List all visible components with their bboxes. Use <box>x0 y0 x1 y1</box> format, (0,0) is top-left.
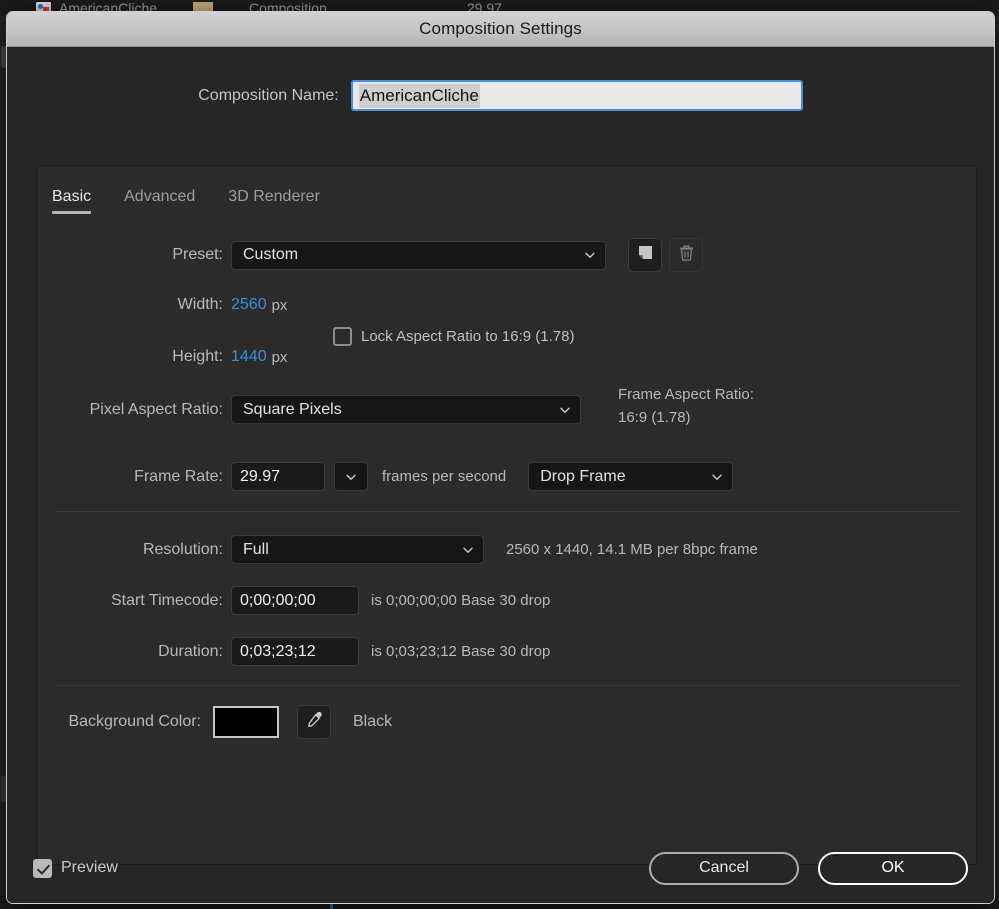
lock-aspect-ratio-row[interactable]: Lock Aspect Ratio to 16:9 (1.78) <box>333 327 574 346</box>
pixel-aspect-ratio-label: Pixel Aspect Ratio: <box>89 400 223 418</box>
frame-rate-unit-label: frames per second <box>382 468 507 485</box>
divider-upper <box>56 511 961 512</box>
dialog-title: Composition Settings <box>419 19 582 38</box>
lock-aspect-ratio-label: Lock Aspect Ratio to 16:9 (1.78) <box>361 328 575 345</box>
preview-toggle[interactable]: Preview <box>33 858 118 878</box>
tab-3d-renderer[interactable]: 3D Renderer <box>228 188 320 218</box>
start-timecode-input[interactable]: 0;00;00;00 <box>231 586 359 615</box>
preset-row: Preset: Custom <box>38 238 978 272</box>
eyedropper-button[interactable] <box>297 705 331 739</box>
save-preset-button[interactable] <box>628 238 662 272</box>
width-label: Width: <box>177 296 223 313</box>
composition-settings-dialog: Composition Settings Composition Name: A… <box>6 11 995 904</box>
duration-label: Duration: <box>158 642 223 660</box>
save-preset-icon <box>637 244 654 266</box>
settings-panel: Basic Advanced 3D Renderer Preset: Custo… <box>37 165 977 865</box>
height-value[interactable]: 1440 <box>231 348 267 366</box>
composition-name-label: Composition Name: <box>198 86 339 104</box>
cancel-button-label: Cancel <box>699 859 749 876</box>
frame-rate-dropdown[interactable] <box>334 462 368 491</box>
height-row: Height: 1440 px <box>38 348 287 366</box>
frame-aspect-ratio-label: Frame Aspect Ratio: <box>618 386 754 403</box>
preset-label: Preset: <box>172 246 223 263</box>
trash-icon <box>678 244 695 267</box>
background-color-swatch[interactable] <box>213 706 279 738</box>
preset-value: Custom <box>243 246 299 263</box>
pixel-aspect-ratio-row: Pixel Aspect Ratio: Square Pixels <box>38 395 581 424</box>
ok-button-label: OK <box>881 859 905 876</box>
duration-input[interactable]: 0;03;23;12 <box>231 637 359 666</box>
start-timecode-info: is 0;00;00;00 Base 30 drop <box>371 592 551 609</box>
settings-tabs: Basic Advanced 3D Renderer <box>38 166 976 218</box>
duration-row: Duration: 0;03;23;12 is 0;03;23;12 Base … <box>38 637 550 666</box>
width-value[interactable]: 2560 <box>231 296 267 314</box>
preset-select[interactable]: Custom <box>231 240 606 270</box>
chevron-down-icon <box>462 544 474 556</box>
tab-basic-label: Basic <box>52 188 92 205</box>
pixel-aspect-ratio-value: Square Pixels <box>243 400 342 418</box>
tab-advanced-label: Advanced <box>124 188 196 205</box>
frame-aspect-ratio-value: 16:9 (1.78) <box>618 409 691 426</box>
duration-info: is 0;03;23;12 Base 30 drop <box>371 643 551 660</box>
tab-basic[interactable]: Basic <box>52 188 92 218</box>
chevron-down-icon <box>584 249 596 261</box>
frame-rate-value: 29.97 <box>240 467 281 485</box>
start-timecode-label: Start Timecode: <box>110 591 223 609</box>
dialog-body: Composition Name: AmericanCliche Basic A… <box>7 47 994 903</box>
frame-rate-input[interactable]: 29.97 <box>231 462 325 491</box>
height-label: Height: <box>172 348 223 365</box>
preview-checkbox[interactable] <box>33 858 52 878</box>
preview-label: Preview <box>61 859 118 876</box>
chevron-down-icon <box>559 404 571 416</box>
drop-frame-value: Drop Frame <box>540 467 626 485</box>
dialog-footer: Preview Cancel OK <box>7 833 994 903</box>
frame-aspect-ratio-block: Frame Aspect Ratio: 16:9 (1.78) <box>618 386 754 426</box>
divider-lower <box>56 685 961 686</box>
drop-frame-select[interactable]: Drop Frame <box>528 462 734 491</box>
frame-rate-label: Frame Rate: <box>134 467 223 485</box>
resolution-info: 2560 x 1440, 14.1 MB per 8bpc frame <box>506 541 758 558</box>
pixel-aspect-ratio-select[interactable]: Square Pixels <box>231 395 581 424</box>
start-timecode-row: Start Timecode: 0;00;00;00 is 0;00;00;00… <box>38 586 550 615</box>
composition-name-row: Composition Name: AmericanCliche <box>7 80 994 111</box>
resolution-row: Resolution: Full 2560 x 1440, 14.1 MB pe… <box>38 535 758 564</box>
composition-name-input[interactable]: AmericanCliche <box>350 80 803 111</box>
cancel-button[interactable]: Cancel <box>649 851 799 885</box>
duration-value: 0;03;23;12 <box>240 642 316 660</box>
delete-preset-button[interactable] <box>669 238 703 272</box>
chevron-down-icon <box>345 471 357 483</box>
tab-advanced[interactable]: Advanced <box>124 188 195 218</box>
composition-name-value: AmericanCliche <box>358 83 480 108</box>
dialog-titlebar: Composition Settings <box>7 12 994 47</box>
resolution-value: Full <box>243 540 269 558</box>
chevron-down-icon <box>711 471 723 483</box>
width-unit: px <box>271 296 288 314</box>
background-color-label: Background Color: <box>68 713 201 730</box>
resolution-label: Resolution: <box>142 540 223 558</box>
background-color-name: Black <box>353 713 393 730</box>
resolution-select[interactable]: Full <box>231 535 484 564</box>
tab-3d-renderer-label: 3D Renderer <box>228 188 320 205</box>
frame-rate-row: Frame Rate: 29.97 frames per second Drop… <box>38 462 734 491</box>
width-row: Width: 2560 px <box>38 296 288 314</box>
height-unit: px <box>271 348 288 366</box>
eyedropper-icon <box>305 710 324 734</box>
lock-aspect-ratio-checkbox[interactable] <box>333 327 352 346</box>
background-color-row: Background Color: Black <box>38 705 392 739</box>
ok-button[interactable]: OK <box>818 851 968 885</box>
start-timecode-value: 0;00;00;00 <box>240 591 316 609</box>
